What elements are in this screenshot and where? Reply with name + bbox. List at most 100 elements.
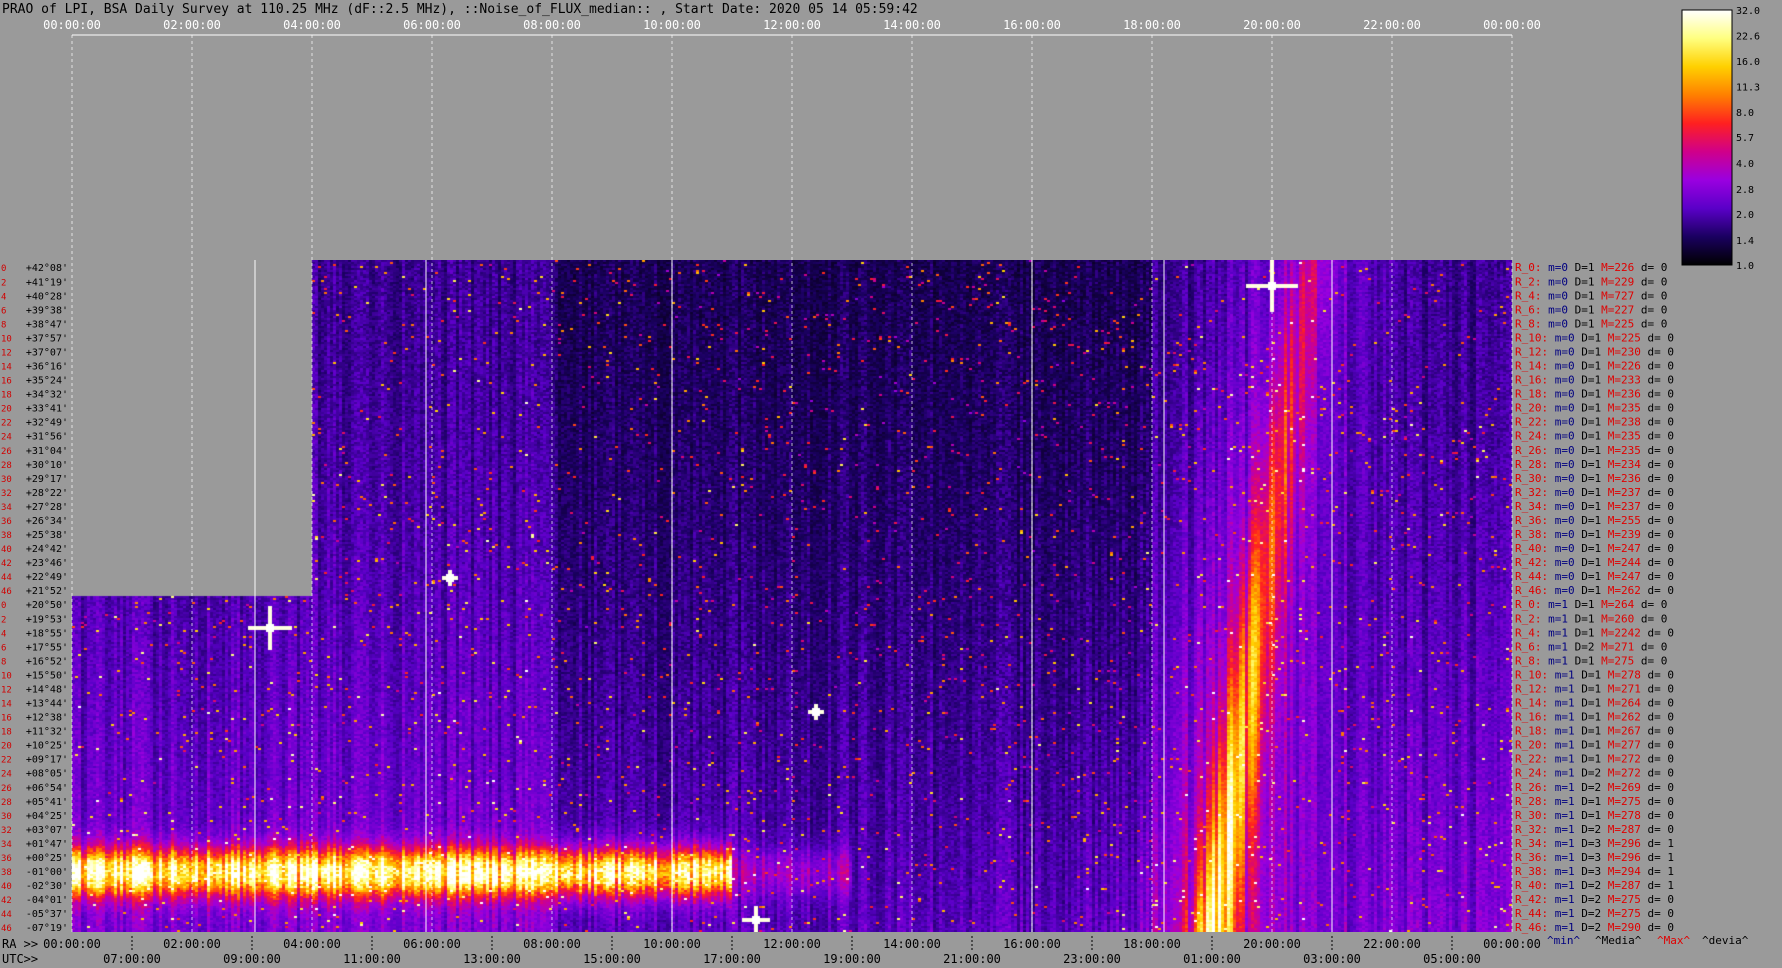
row-stat-part: R_40:: [1515, 879, 1548, 892]
row-stat-part: d= 0: [1634, 261, 1667, 274]
row-stat-part: R_20:: [1515, 739, 1548, 752]
row-stat-part: D=1: [1575, 374, 1602, 387]
row-stat-part: m=1: [1542, 654, 1569, 667]
row-stat-part: D=1: [1568, 654, 1595, 667]
row-stat-part: d= 0: [1641, 893, 1674, 906]
utc-tick-label: 01:00:00: [1183, 952, 1241, 966]
row-stat-part: R_16:: [1515, 374, 1548, 387]
declination-label: +19°53': [26, 614, 68, 625]
row-stat-part: d= 0: [1641, 697, 1674, 710]
declination-label: +40°28': [26, 291, 68, 302]
row-stat-part: m=0: [1548, 416, 1575, 429]
row-stat-part: R_30:: [1515, 472, 1548, 485]
row-number: 36: [1, 854, 12, 864]
row-stat-part: R_22:: [1515, 753, 1548, 766]
row-stat-part: R_0:: [1515, 261, 1542, 274]
declination-label: +08°05': [26, 769, 68, 780]
row-number: 40: [1, 545, 12, 555]
row-stat: R_0: m=1 D=1 M=264 d= 0: [1515, 598, 1667, 611]
colorbar-tick-label: 11.3: [1736, 83, 1760, 94]
row-stat-part: D=2: [1575, 907, 1602, 920]
row-stat-part: m=1: [1548, 851, 1575, 864]
declination-label: -02°30': [26, 881, 68, 892]
row-stat-part: m=1: [1548, 753, 1575, 766]
row-stat-part: R_6:: [1515, 640, 1542, 653]
row-stat-part: D=1: [1568, 303, 1595, 316]
row-number: 42: [1, 559, 12, 569]
row-stat-part: D=1: [1568, 626, 1595, 639]
row-stat-part: d= 1: [1641, 837, 1674, 850]
row-stat: R_28: m=0 D=1 M=234 d= 0: [1515, 458, 1674, 471]
row-stat-part: d= 0: [1641, 823, 1674, 836]
row-stat-part: D=1: [1575, 458, 1602, 471]
row-stat: R_36: m=1 D=3 M=296 d= 1: [1515, 851, 1674, 864]
row-stat-part: m=1: [1548, 837, 1575, 850]
utc-tick-label: 21:00:00: [943, 952, 1001, 966]
row-stat-part: R_34:: [1515, 500, 1548, 513]
row-stat: R_22: m=0 D=1 M=238 d= 0: [1515, 416, 1674, 429]
row-stat-part: D=2: [1575, 767, 1602, 780]
row-stat-part: R_44:: [1515, 570, 1548, 583]
row-stat-part: M=277: [1601, 739, 1641, 752]
row-stat-part: M=264: [1601, 697, 1641, 710]
row-stat-part: R_8:: [1515, 654, 1542, 667]
row-stat-part: R_34:: [1515, 837, 1548, 850]
row-stat-part: M=230: [1601, 345, 1641, 358]
declination-label: +11°32': [26, 727, 68, 738]
row-stat-part: d= 0: [1641, 570, 1674, 583]
declination-label: +06°54': [26, 783, 68, 794]
declination-label: +33°41': [26, 404, 68, 415]
row-stat-part: R_28:: [1515, 795, 1548, 808]
row-stat-part: D=1: [1568, 261, 1595, 274]
row-stat-part: R_40:: [1515, 542, 1548, 555]
declination-label: +34°32': [26, 390, 68, 401]
row-stat-part: D=1: [1575, 725, 1602, 738]
row-number: 6: [1, 306, 6, 316]
row-number: 30: [1, 812, 12, 822]
row-stat: R_14: m=1 D=1 M=264 d= 0: [1515, 697, 1674, 710]
row-stat-part: R_14:: [1515, 697, 1548, 710]
row-stat-part: R_30:: [1515, 809, 1548, 822]
row-stat-part: R_24:: [1515, 430, 1548, 443]
row-stat-part: D=1: [1568, 317, 1595, 330]
row-stat-part: R_18:: [1515, 725, 1548, 738]
row-stat-part: R_38:: [1515, 528, 1548, 541]
colorbar-tick-label: 22.6: [1736, 32, 1760, 43]
row-stat-part: M=272: [1601, 767, 1641, 780]
ra-tick-label: 10:00:00: [643, 937, 701, 951]
row-stat-part: d= 0: [1634, 640, 1667, 653]
row-stat-part: M=262: [1601, 584, 1641, 597]
row-stat: R_36: m=0 D=1 M=255 d= 0: [1515, 514, 1674, 527]
row-stat-part: M=294: [1601, 865, 1641, 878]
row-number: 36: [1, 517, 12, 527]
row-stat-part: d= 0: [1641, 486, 1674, 499]
row-stat-part: m=0: [1542, 317, 1569, 330]
row-number: 6: [1, 643, 6, 653]
row-stat-part: M=275: [1601, 893, 1641, 906]
row-stat-part: M=227: [1595, 303, 1635, 316]
declination-label: +24°42': [26, 544, 68, 555]
row-number: 10: [1, 334, 12, 344]
row-stat-part: d= 0: [1641, 430, 1674, 443]
row-stat-part: d= 0: [1641, 753, 1674, 766]
utc-tick-label: 19:00:00: [823, 952, 881, 966]
utc-tick-label: 05:00:00: [1423, 952, 1481, 966]
row-stat: R_0: m=0 D=1 M=226 d= 0: [1515, 261, 1667, 274]
declination-label: -01°00': [26, 867, 68, 878]
row-stat-part: M=269: [1601, 781, 1641, 794]
colorbar-tick-label: 1.0: [1736, 261, 1754, 272]
row-stat-part: D=1: [1575, 809, 1602, 822]
row-stat-part: d= 0: [1641, 472, 1674, 485]
row-number: 18: [1, 391, 12, 401]
row-stat-part: R_2:: [1515, 275, 1542, 288]
row-stat-part: m=0: [1542, 303, 1569, 316]
row-stat-part: m=1: [1542, 612, 1569, 625]
row-stat-part: M=237: [1601, 500, 1641, 513]
declination-label: -05°37': [26, 909, 68, 920]
declination-label: +21°52': [26, 586, 68, 597]
row-stat-part: D=1: [1575, 682, 1602, 695]
row-stat-part: D=1: [1575, 500, 1602, 513]
declination-label: +22°49': [26, 572, 68, 583]
row-stat-part: m=1: [1548, 668, 1575, 681]
row-stat-part: D=1: [1575, 388, 1602, 401]
